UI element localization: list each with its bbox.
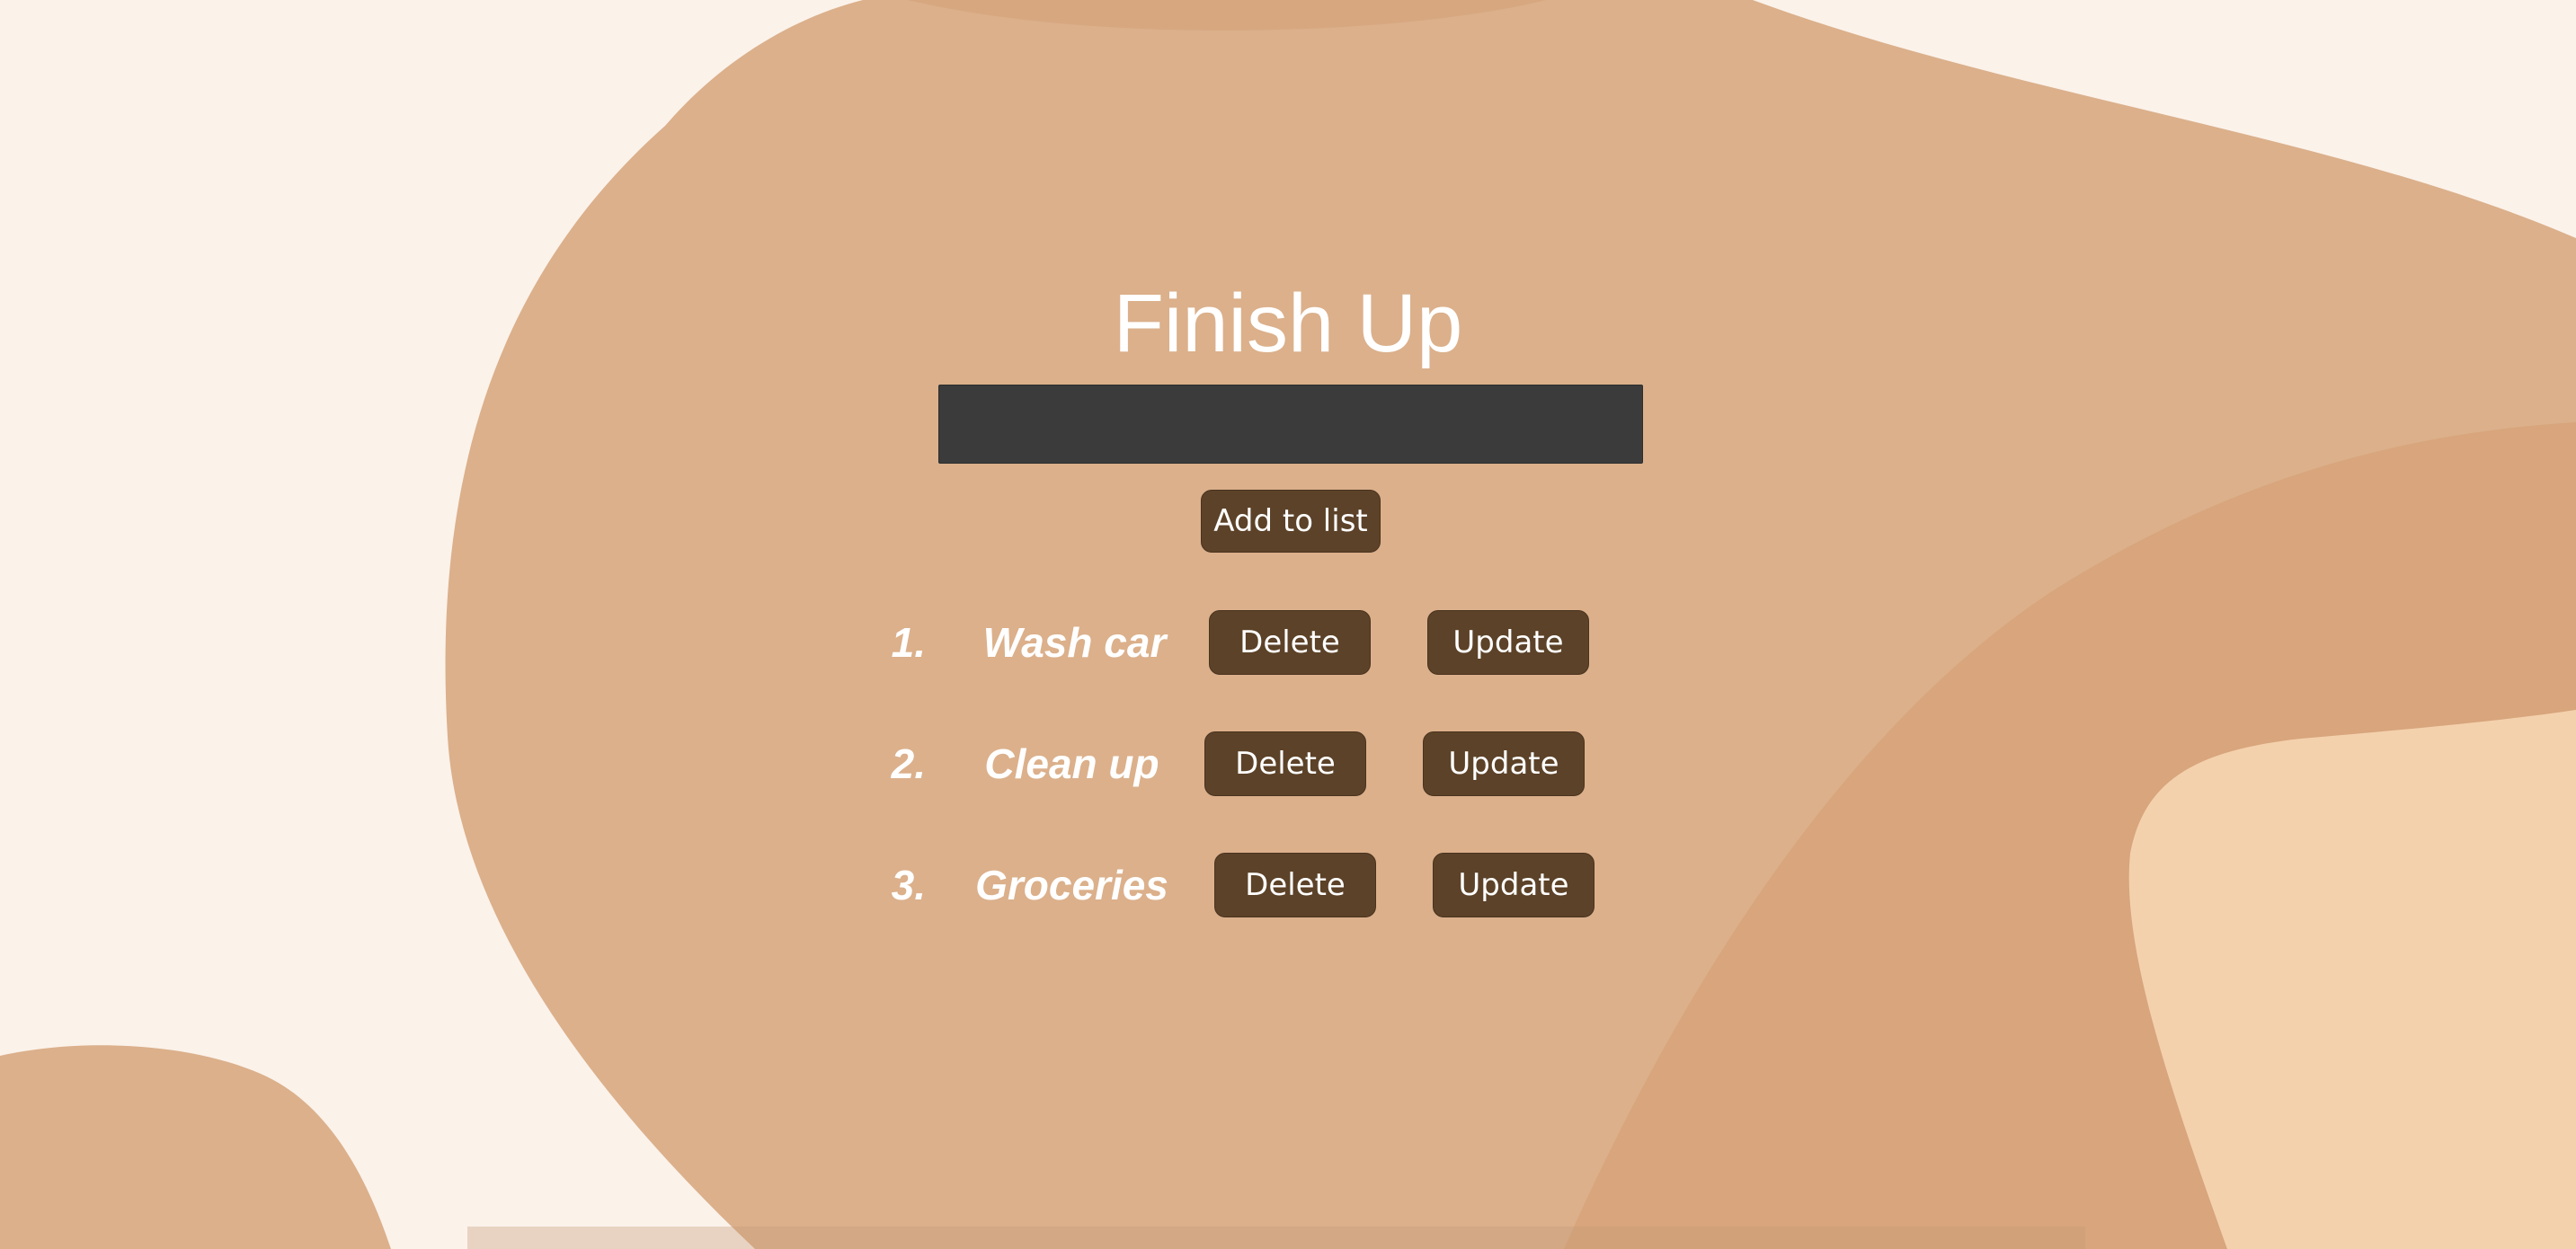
add-to-list-button[interactable]: Add to list: [1201, 490, 1381, 553]
list-item: 2. Clean up Delete Update: [0, 731, 2576, 796]
todo-app: Finish Up Add to list 1. Wash car Delete…: [0, 0, 2576, 1249]
delete-button[interactable]: Delete: [1214, 853, 1376, 917]
update-button[interactable]: Update: [1433, 853, 1594, 917]
update-button[interactable]: Update: [1427, 610, 1589, 675]
page-title: Finish Up: [1113, 278, 1463, 369]
update-button[interactable]: Update: [1423, 731, 1585, 796]
list-item: 1. Wash car Delete Update: [0, 610, 2576, 675]
item-text: Clean up: [984, 740, 1159, 787]
item-text: Wash car: [982, 619, 1167, 666]
item-number: 3.: [891, 862, 926, 908]
delete-button[interactable]: Delete: [1209, 610, 1371, 675]
task-input[interactable]: [938, 385, 1643, 464]
item-number: 2.: [891, 740, 926, 787]
list-item: 3. Groceries Delete Update: [0, 853, 2576, 917]
item-number: 1.: [891, 619, 926, 666]
item-text: Groceries: [975, 862, 1168, 908]
delete-button[interactable]: Delete: [1204, 731, 1366, 796]
